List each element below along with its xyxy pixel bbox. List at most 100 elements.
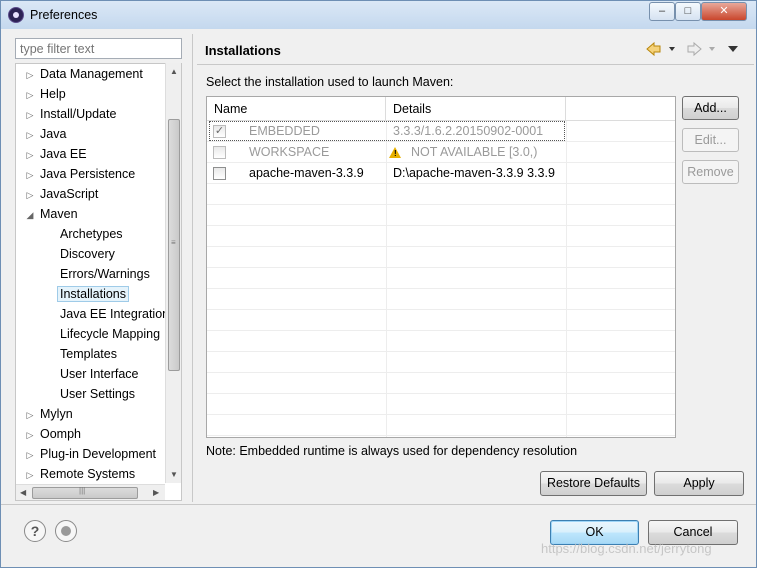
row-checkbox-workspace[interactable] <box>213 146 226 159</box>
table-row <box>207 373 675 394</box>
tree-item-errors-warnings[interactable]: Errors/Warnings <box>60 265 150 283</box>
grip-icon: ||| <box>79 486 86 495</box>
column-header-name[interactable]: Name <box>207 97 386 121</box>
ok-label: OK <box>585 525 604 539</box>
tree-item-label: User Interface <box>60 367 139 381</box>
tree-item-java-ee[interactable]: Java EE <box>40 145 87 163</box>
tree-horizontal-scroll-thumb[interactable]: ||| <box>32 486 138 499</box>
tree-vertical-scroll-thumb[interactable]: ≡ <box>168 119 180 371</box>
tree-item-label: Oomph <box>40 427 81 441</box>
apply-button[interactable]: Apply <box>654 471 744 496</box>
tree-item-label: Maven <box>40 207 78 221</box>
tree-item-javascript[interactable]: JavaScript <box>40 185 98 203</box>
tree-item-label: Lifecycle Mapping <box>60 327 161 341</box>
table-row <box>207 184 675 205</box>
tree-item-label: Java <box>40 127 67 141</box>
filter-input[interactable] <box>15 38 182 59</box>
tree-expand-arrow-icon[interactable]: ▷ <box>25 166 35 184</box>
window-title: Preferences <box>30 8 98 22</box>
help-icon[interactable]: ? <box>24 520 46 542</box>
scroll-up-arrow-icon[interactable]: ▲ <box>170 67 178 76</box>
tree-vertical-scrollbar[interactable]: ▲ ≡ ▼ <box>165 63 181 483</box>
tree-collapse-arrow-icon[interactable]: ◢ <box>25 206 35 224</box>
cancel-label: Cancel <box>673 525 713 539</box>
edit-button[interactable]: Edit... <box>682 128 739 152</box>
tree-expand-arrow-icon[interactable]: ▷ <box>25 466 35 484</box>
tree-item-lifecycle-mapping[interactable]: Lifecycle Mapping <box>60 325 160 343</box>
button-bar-separator <box>1 504 756 505</box>
tree-item-maven[interactable]: Maven <box>40 205 78 223</box>
tree-item-label: Errors/Warnings <box>60 267 150 281</box>
tree-expand-arrow-icon[interactable]: ▷ <box>25 406 35 424</box>
tree-item-java-ee-integration[interactable]: Java EE Integration <box>60 305 169 323</box>
tree-item-archetypes[interactable]: Archetypes <box>60 225 123 243</box>
tree-item-oomph[interactable]: Oomph <box>40 425 81 443</box>
tree-item-label: Discovery <box>60 247 115 261</box>
back-dropdown-icon[interactable] <box>669 47 675 51</box>
tree-expand-arrow-icon[interactable]: ▷ <box>25 66 35 84</box>
row-checkbox-apache-maven[interactable] <box>213 167 226 180</box>
remove-button[interactable]: Remove <box>682 160 739 184</box>
tree-item-label: Plug-in Development <box>40 447 157 461</box>
eclipse-icon <box>8 7 24 23</box>
table-cell-details: 3.3.3/1.6.2.20150902-0001 <box>393 124 544 138</box>
tree-item-help[interactable]: Help <box>40 85 66 103</box>
installations-table: Name Details ✓ EMBEDDED 3.3.3/1.6.2.2015… <box>206 96 676 438</box>
column-header-details[interactable]: Details <box>386 97 566 121</box>
tree-item-label: JavaScript <box>40 187 99 201</box>
table-row <box>207 352 675 373</box>
add-button[interactable]: Add... <box>682 96 739 120</box>
tree-expand-arrow-icon[interactable]: ▷ <box>25 446 35 464</box>
restore-defaults-button[interactable]: Restore Defaults <box>540 471 647 496</box>
edit-button-label: Edit... <box>694 133 727 147</box>
title-bar[interactable]: Preferences – □ ✕ <box>1 1 756 29</box>
tree-item-mylyn[interactable]: Mylyn <box>40 405 73 423</box>
header-separator <box>197 64 754 65</box>
tree-expand-arrow-icon[interactable]: ▷ <box>25 86 35 104</box>
grip-icon: ≡ <box>171 238 176 247</box>
table-cell-name: EMBEDDED <box>249 124 320 138</box>
tree-item-user-interface[interactable]: User Interface <box>60 365 139 383</box>
page-navigation <box>645 40 745 58</box>
tree-item-java[interactable]: Java <box>40 125 66 143</box>
pane-divider[interactable] <box>192 34 193 502</box>
tree-item-templates[interactable]: Templates <box>60 345 117 363</box>
back-arrow-icon[interactable] <box>646 41 661 57</box>
forward-arrow-icon[interactable] <box>687 41 702 57</box>
table-row <box>207 289 675 310</box>
tree-item-discovery[interactable]: Discovery <box>60 245 115 263</box>
minimize-button[interactable]: – <box>649 2 675 21</box>
tree-expand-arrow-icon[interactable]: ▷ <box>25 426 35 444</box>
tree-expand-arrow-icon[interactable]: ▷ <box>25 186 35 204</box>
tree-item-label: Templates <box>60 347 117 361</box>
apply-label: Apply <box>683 476 715 490</box>
tree-item-user-settings[interactable]: User Settings <box>60 385 135 403</box>
tree-expand-arrow-icon[interactable]: ▷ <box>25 126 35 144</box>
scroll-left-arrow-icon[interactable]: ◀ <box>20 488 26 497</box>
table-row <box>207 415 675 436</box>
table-row <box>207 226 675 247</box>
close-button[interactable]: ✕ <box>701 2 747 21</box>
add-button-label: Add... <box>694 101 727 115</box>
maximize-button[interactable]: □ <box>675 2 701 21</box>
tree-item-remote-systems[interactable]: Remote Systems <box>40 465 135 483</box>
tree-expand-arrow-icon[interactable]: ▷ <box>25 106 35 124</box>
scroll-right-arrow-icon[interactable]: ▶ <box>153 488 159 497</box>
tree-item-install-update[interactable]: Install/Update <box>40 105 116 123</box>
table-cell-details: D:\apache-maven-3.3.9 3.3.9 <box>393 166 555 180</box>
tree-item-plug-in-development[interactable]: Plug-in Development <box>40 445 156 463</box>
preferences-window: Preferences – □ ✕ ▷ Data Management ▷ Help ▷… <box>0 0 757 568</box>
forward-dropdown-icon[interactable] <box>709 47 715 51</box>
view-menu-icon[interactable] <box>728 46 738 52</box>
tree-item-java-persistence[interactable]: Java Persistence <box>40 165 135 183</box>
tree-item-data-management[interactable]: Data Management <box>40 65 143 83</box>
scroll-down-arrow-icon[interactable]: ▼ <box>170 470 178 479</box>
row-checkbox-embedded[interactable]: ✓ <box>213 125 226 138</box>
tree-horizontal-scrollbar[interactable]: ◀ ||| ▶ <box>16 484 165 500</box>
import-export-icon[interactable] <box>55 520 77 542</box>
tree-expand-arrow-icon[interactable]: ▷ <box>25 146 35 164</box>
watermark: https://blog.csdn.net/jerrytong <box>541 541 712 556</box>
restore-defaults-label: Restore Defaults <box>546 476 641 490</box>
tree-item-label: Archetypes <box>60 227 123 241</box>
tree-item-installations[interactable]: Installations <box>57 285 130 303</box>
